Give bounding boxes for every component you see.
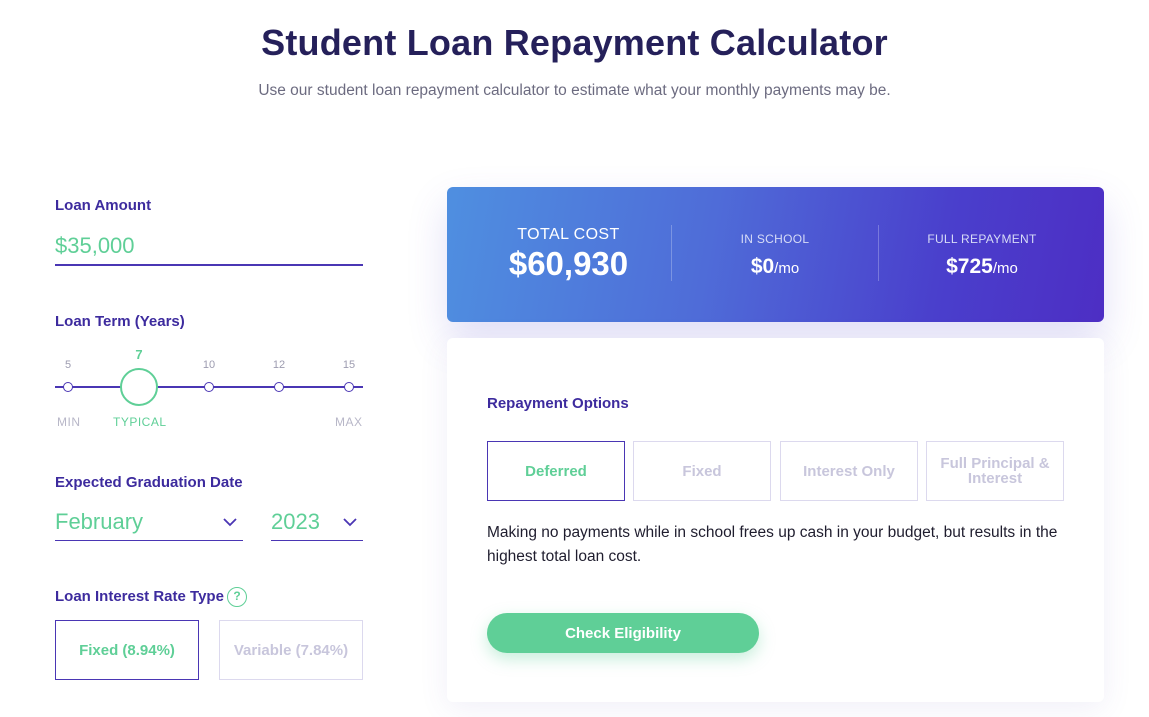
- loan-term-label: Loan Term (Years): [55, 313, 185, 330]
- slider-stop-15[interactable]: [344, 382, 354, 392]
- full-repayment-amount: $725/mo: [878, 255, 1086, 279]
- full-repayment-value: $725: [946, 255, 993, 278]
- repayment-options-title: Repayment Options: [487, 395, 629, 412]
- option-interest-only-button[interactable]: Interest Only: [780, 441, 918, 501]
- in-school-value: $0: [750, 255, 775, 278]
- page-subtitle: Use our student loan repayment calculato…: [258, 82, 891, 99]
- term-tick-12: 12: [272, 359, 286, 371]
- option-full-principal-button[interactable]: Full Principal & Interest: [926, 441, 1064, 501]
- full-repayment-block: FULL REPAYMENT $725/mo: [878, 187, 1086, 322]
- term-tick-10: 10: [202, 359, 216, 371]
- in-school-block: IN SCHOOL $0/mo: [671, 187, 879, 322]
- in-school-amount: $0/mo: [671, 255, 879, 279]
- loan-term-slider[interactable]: 5 7 10 12 15 MIN TYPICAL MAX: [55, 345, 363, 435]
- slider-typical-caption: TYPICAL: [113, 415, 167, 429]
- repayment-description: Making no payments while in school frees…: [487, 524, 1058, 565]
- in-school-label: IN SCHOOL: [740, 232, 810, 246]
- page-title: Student Loan Repayment Calculator: [261, 22, 888, 63]
- total-cost-block: TOTAL COST $60,930: [447, 187, 690, 322]
- slider-min-caption: MIN: [57, 415, 81, 429]
- help-icon[interactable]: ?: [227, 587, 247, 607]
- chevron-down-icon: [223, 518, 237, 527]
- slider-stop-12[interactable]: [274, 382, 284, 392]
- rate-type-label: Loan Interest Rate Type: [55, 588, 224, 605]
- cost-summary-card: TOTAL COST $60,930 IN SCHOOL $0/mo FULL …: [447, 187, 1104, 322]
- total-cost-label: TOTAL COST: [517, 226, 620, 243]
- slider-max-caption: MAX: [335, 415, 363, 429]
- rate-fixed-button[interactable]: Fixed (8.94%): [55, 620, 199, 680]
- per-month-unit: /mo: [992, 260, 1018, 277]
- term-tick-5: 5: [64, 359, 72, 371]
- graduation-month-value: February: [55, 509, 144, 534]
- graduation-year-value: 2023: [271, 509, 320, 534]
- loan-amount-input[interactable]: [55, 228, 363, 266]
- check-eligibility-button[interactable]: Check Eligibility: [487, 613, 759, 653]
- rate-variable-button[interactable]: Variable (7.84%): [219, 620, 363, 680]
- total-cost-value: $60,930: [508, 245, 629, 282]
- graduation-date-label: Expected Graduation Date: [55, 474, 243, 491]
- graduation-year-select[interactable]: 2023: [271, 505, 363, 541]
- chevron-down-icon: [343, 518, 357, 527]
- full-repayment-label: FULL REPAYMENT: [927, 232, 1037, 246]
- loan-amount-label: Loan Amount: [55, 197, 152, 214]
- repayment-options-card: Repayment Options Deferred Fixed Interes…: [447, 338, 1104, 702]
- option-deferred-button[interactable]: Deferred: [487, 441, 625, 501]
- term-tick-15: 15: [342, 359, 356, 371]
- option-fixed-button[interactable]: Fixed: [633, 441, 771, 501]
- slider-stop-10[interactable]: [204, 382, 214, 392]
- slider-stop-5[interactable]: [63, 382, 73, 392]
- slider-handle[interactable]: [120, 368, 158, 406]
- per-month-unit: /mo: [774, 260, 800, 277]
- term-tick-7: 7: [135, 347, 143, 362]
- graduation-month-select[interactable]: February: [55, 505, 243, 541]
